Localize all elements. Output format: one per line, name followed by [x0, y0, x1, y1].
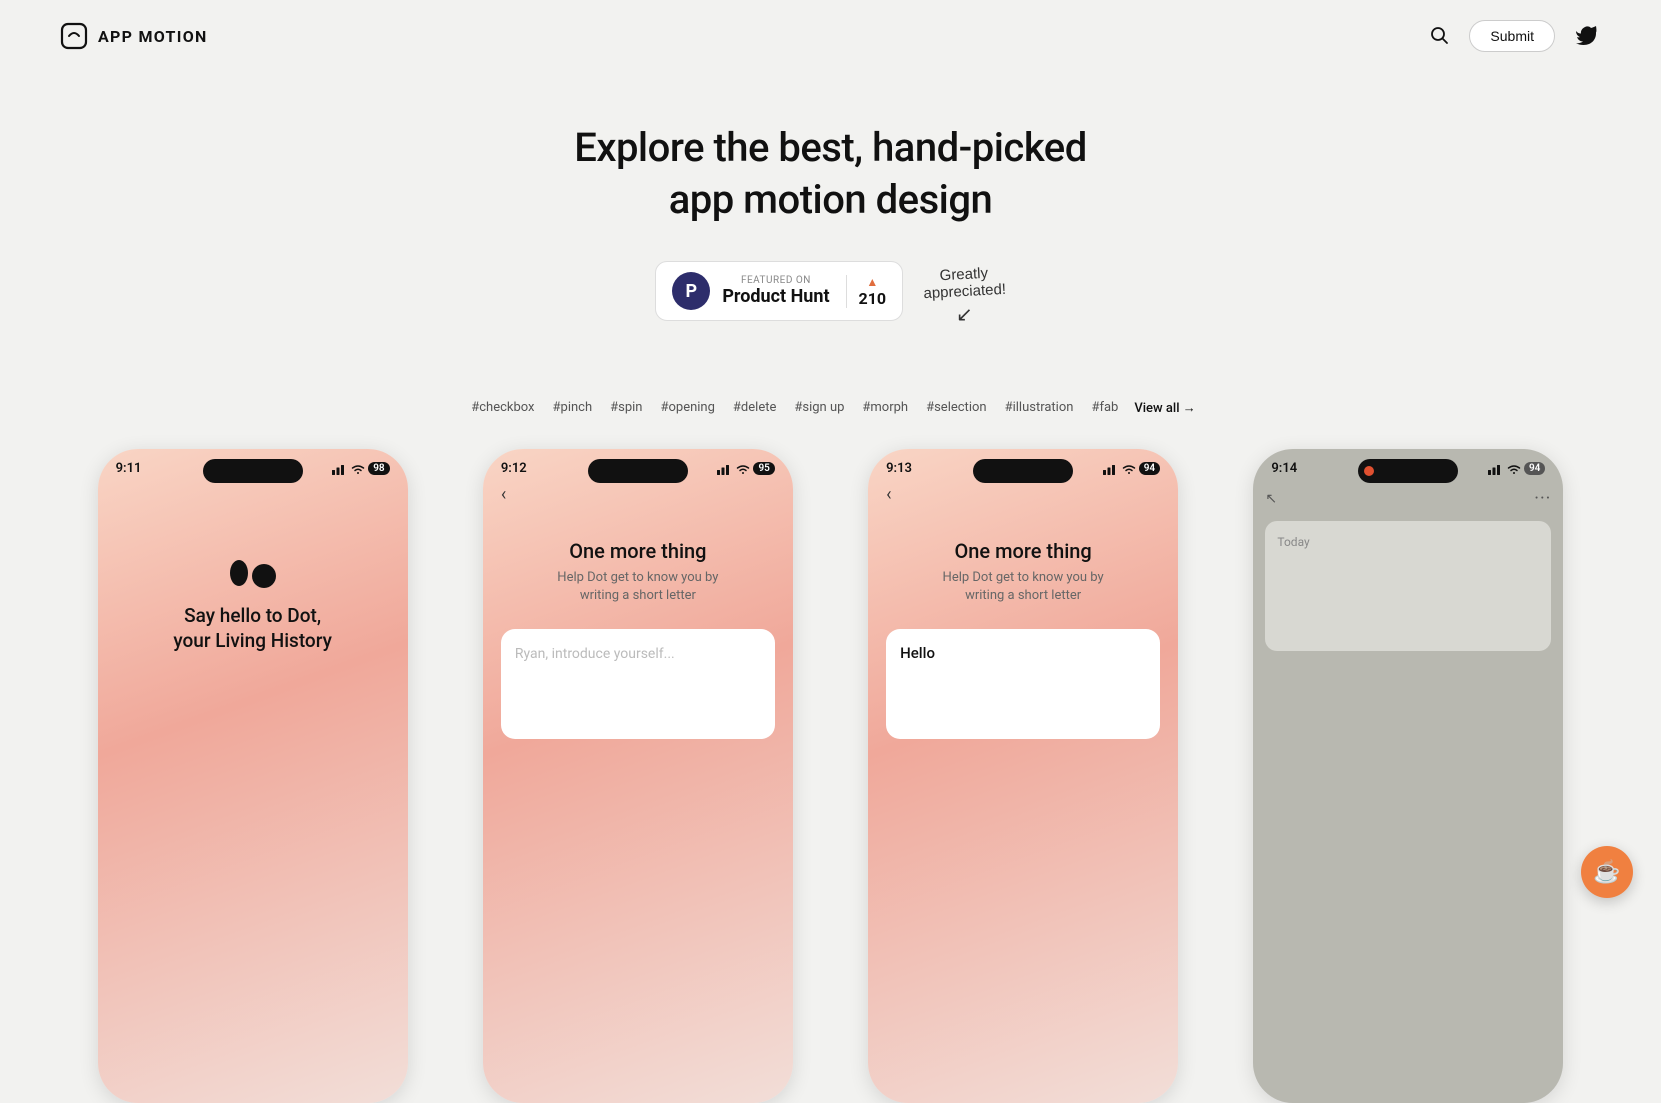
phone2-title: One more thing	[501, 539, 775, 563]
status-icons-1: 98	[332, 462, 389, 475]
hero-section: Explore the best, hand-picked app motion…	[0, 72, 1661, 356]
phone-frame-4: 9:14 94 ↖ ··· Today	[1253, 449, 1563, 1103]
time-2: 9:12	[501, 461, 527, 476]
recording-dot	[1364, 466, 1374, 476]
notch-4	[1358, 459, 1458, 483]
tag-spin[interactable]: #spin	[604, 396, 648, 419]
tag-fab[interactable]: #fab	[1085, 396, 1124, 419]
logo-icon	[60, 22, 88, 50]
appreciated-note: Greatlyappreciated! ↙	[923, 256, 1006, 326]
phone4-more-icon[interactable]: ···	[1534, 488, 1551, 509]
time-3: 9:13	[886, 461, 912, 476]
phone2-placeholder: Ryan, introduce yourself...	[515, 646, 675, 662]
battery-1: 98	[368, 462, 389, 475]
back-arrow-2[interactable]: ‹	[501, 480, 775, 509]
search-icon	[1429, 25, 1449, 45]
phone1-title: Say hello to Dot,your Living History	[173, 604, 332, 653]
product-hunt-badge[interactable]: P FEATURED ON Product Hunt ▲ 210	[655, 261, 903, 321]
phone4-today-card: Today	[1265, 521, 1551, 651]
tag-pinch[interactable]: #pinch	[547, 396, 599, 419]
battery-3: 94	[1139, 462, 1160, 475]
phone3-input-text: Hello	[900, 644, 935, 662]
twitter-icon	[1575, 25, 1597, 45]
phone2-subtitle: Help Dot get to know you bywriting a sho…	[501, 569, 775, 605]
tag-opening[interactable]: #opening	[654, 396, 720, 419]
arrow-curve-icon: ↙	[956, 302, 973, 326]
header: APP MOTION Submit	[0, 0, 1661, 72]
phone-card-4[interactable]: 9:14 94 ↖ ··· Today	[1216, 449, 1601, 1103]
status-bar-3: 9:13 94	[868, 449, 1178, 480]
status-icons-2: 95	[717, 462, 774, 475]
ph-logo: P	[672, 272, 710, 310]
back-arrow-3[interactable]: ‹	[886, 480, 1160, 509]
tag-morph[interactable]: #morph	[856, 396, 914, 419]
logo-text: APP MOTION	[98, 27, 208, 46]
battery-2: 95	[753, 462, 774, 475]
wifi-icon-3	[1122, 463, 1136, 475]
wifi-icon-2	[736, 463, 750, 475]
wifi-icon	[351, 463, 365, 475]
notch-2	[588, 459, 688, 483]
appreciated-text: Greatlyappreciated!	[922, 264, 1006, 302]
phone3-input-card: Hello	[886, 629, 1160, 739]
signal-icon-4	[1488, 463, 1504, 475]
ph-arrow-icon: ▲	[866, 275, 878, 289]
phone-frame-1: 9:11 98 Say hello to Dot,your Living His…	[98, 449, 408, 1103]
time-1: 9:11	[116, 461, 142, 476]
ph-product-hunt-label: Product Hunt	[722, 286, 829, 307]
time-4: 9:14	[1271, 461, 1297, 476]
tag-illustration[interactable]: #illustration	[999, 396, 1080, 419]
ph-featured-label: FEATURED ON	[722, 275, 829, 286]
twitter-button[interactable]	[1571, 21, 1601, 52]
wifi-icon-4	[1507, 463, 1521, 475]
tag-checkbox[interactable]: #checkbox	[465, 396, 540, 419]
phone2-input-card: Ryan, introduce yourself...	[501, 629, 775, 739]
status-bar-4: 9:14 94	[1253, 449, 1563, 480]
phone4-back-icon[interactable]: ↖	[1265, 491, 1277, 507]
coffee-button[interactable]: ☕	[1581, 846, 1633, 898]
notch-1	[203, 459, 303, 483]
tag-delete[interactable]: #delete	[727, 396, 782, 419]
view-all-link[interactable]: View all →	[1134, 400, 1195, 416]
tag-signup[interactable]: #sign up	[788, 396, 850, 419]
signal-icon-2	[717, 463, 733, 475]
phone-card-1[interactable]: 9:11 98 Say hello to Dot,your Living His…	[60, 449, 445, 1103]
phone-card-2[interactable]: 9:12 95 ‹ One more thing Help Dot get to…	[445, 449, 830, 1103]
phone3-title: One more thing	[886, 539, 1160, 563]
phones-grid: 9:11 98 Say hello to Dot,your Living His…	[0, 449, 1661, 1103]
phone-frame-2: 9:12 95 ‹ One more thing Help Dot get to…	[483, 449, 793, 1103]
ph-text: FEATURED ON Product Hunt	[722, 275, 829, 307]
ph-upvote: ▲ 210	[846, 275, 887, 308]
tag-selection[interactable]: #selection	[920, 396, 992, 419]
header-actions: Submit	[1425, 20, 1601, 52]
submit-button[interactable]: Submit	[1469, 20, 1555, 52]
dot-logo	[230, 560, 276, 588]
phone-card-3[interactable]: 9:13 94 ‹ One more thing Help Dot get to…	[831, 449, 1216, 1103]
status-icons-3: 94	[1103, 462, 1160, 475]
search-button[interactable]	[1425, 21, 1453, 52]
signal-icon-3	[1103, 463, 1119, 475]
phone4-header: ↖ ···	[1253, 484, 1563, 513]
logo[interactable]: APP MOTION	[60, 22, 208, 50]
tags-row: #checkbox #pinch #spin #opening #delete …	[20, 396, 1641, 419]
hero-title: Explore the best, hand-picked app motion…	[20, 122, 1641, 226]
battery-4: 94	[1524, 462, 1545, 475]
status-bar-1: 9:11 98	[98, 449, 408, 480]
status-icons-4: 94	[1488, 462, 1545, 475]
status-bar-2: 9:12 95	[483, 449, 793, 480]
signal-icon	[332, 463, 348, 475]
notch-3	[973, 459, 1073, 483]
phone3-subtitle: Help Dot get to know you bywriting a sho…	[886, 569, 1160, 605]
phone-frame-3: 9:13 94 ‹ One more thing Help Dot get to…	[868, 449, 1178, 1103]
ph-vote-count: 210	[859, 289, 887, 308]
product-hunt-section: P FEATURED ON Product Hunt ▲ 210 Greatly…	[20, 256, 1641, 326]
coffee-icon: ☕	[1593, 859, 1620, 885]
phone4-today-label: Today	[1277, 535, 1309, 549]
